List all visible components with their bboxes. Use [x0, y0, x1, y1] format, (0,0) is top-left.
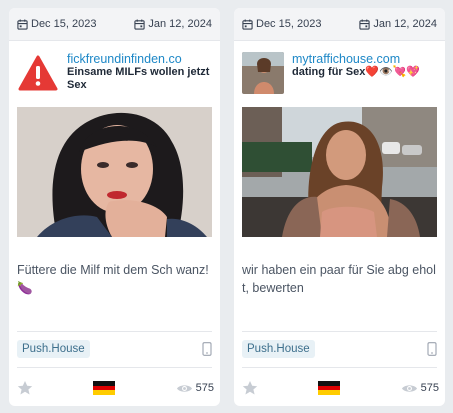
ad-footer: 575 — [242, 376, 439, 400]
ad-card[interactable]: Dec 15, 2023 Jan 12, 2024 — [9, 8, 220, 406]
calendar-icon — [242, 18, 253, 30]
network-row: Push.House — [242, 339, 437, 359]
calendar-icon — [359, 18, 371, 30]
end-date-text: Jan 12, 2024 — [148, 18, 212, 30]
star-icon[interactable] — [242, 380, 258, 396]
ad-description: wir haben ein paar für Sie abg eholt, be… — [242, 263, 436, 295]
ad-header: fickfreundinfinden.co Einsame MILFs woll… — [17, 52, 214, 98]
mobile-icon — [202, 342, 212, 356]
end-date: Jan 12, 2024 — [359, 18, 437, 30]
ad-title: dating für Sex❤️👁️💘💖 — [292, 66, 421, 78]
network-row: Push.House — [17, 339, 212, 359]
ad-domain-link[interactable]: mytraffichouse.com — [292, 52, 420, 66]
ad-title: Einsame MILFs wollen jetzt Sex — [67, 66, 210, 91]
divider — [242, 331, 437, 332]
germany-flag-icon — [318, 381, 341, 396]
date-range-bar: Dec 15, 2023 Jan 12, 2024 — [9, 8, 220, 41]
star-icon[interactable] — [17, 380, 33, 396]
ad-image[interactable] — [242, 107, 437, 237]
calendar-icon — [17, 18, 28, 30]
start-date-text: Dec 15, 2023 — [256, 18, 322, 30]
warning-icon — [17, 52, 59, 94]
network-badge[interactable]: Push.House — [242, 340, 315, 358]
ad-footer: 575 — [17, 376, 214, 400]
ad-header: mytraffichouse.com dating für Sex❤️👁️💘💖 — [242, 52, 439, 98]
divider — [242, 367, 437, 368]
woman-thumbnail — [242, 52, 284, 94]
date-range-bar: Dec 15, 2023 Jan 12, 2024 — [234, 8, 445, 41]
calendar-icon — [134, 18, 146, 30]
end-date: Jan 12, 2024 — [134, 18, 212, 30]
start-date: Dec 15, 2023 — [17, 18, 96, 30]
ad-card[interactable]: Dec 15, 2023 Jan 12, 2024 — [234, 8, 445, 406]
ad-domain-link[interactable]: fickfreundinfinden.co — [67, 52, 214, 66]
eye-icon — [401, 384, 417, 392]
views-number: 575 — [420, 382, 439, 394]
end-date-text: Jan 12, 2024 — [373, 18, 437, 30]
start-date: Dec 15, 2023 — [242, 18, 321, 30]
network-badge[interactable]: Push.House — [17, 340, 90, 358]
views-count: 575 — [176, 382, 214, 394]
views-number: 575 — [195, 382, 214, 394]
divider — [17, 331, 212, 332]
mobile-icon — [427, 342, 437, 356]
ad-cards-grid: Dec 15, 2023 Jan 12, 2024 fickfreundinfi… — [0, 0, 453, 413]
ad-description: Füttere die Milf mit dem Sch wanz! 🍆 — [17, 263, 209, 295]
germany-flag-icon — [93, 381, 116, 396]
start-date-text: Dec 15, 2023 — [31, 18, 97, 30]
ad-image[interactable] — [17, 107, 212, 237]
eye-icon — [176, 384, 192, 392]
divider — [17, 367, 212, 368]
views-count: 575 — [401, 382, 439, 394]
